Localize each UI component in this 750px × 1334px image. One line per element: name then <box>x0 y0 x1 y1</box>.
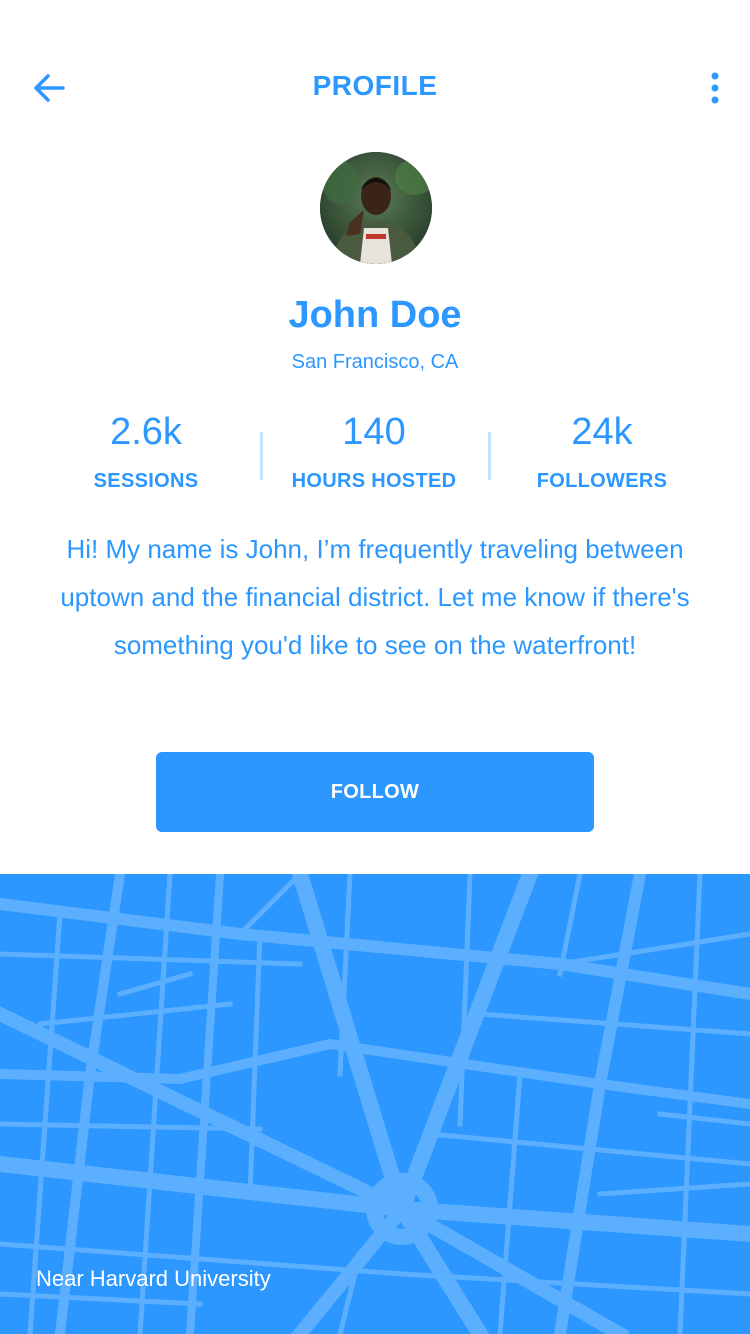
profile-bio: Hi! My name is John, I’m frequently trav… <box>60 534 690 660</box>
map-streets <box>0 874 750 1334</box>
page-title: PROFILE <box>312 70 438 101</box>
follow-button[interactable]: FOLLOW <box>156 752 594 832</box>
more-vertical-icon <box>711 72 719 104</box>
stat-sessions: 2.6k SESSIONS <box>31 410 261 493</box>
stat-followers: 24k FOLLOWERS <box>487 410 717 493</box>
stat-label: HOURS HOSTED <box>291 470 457 492</box>
stat-value: 140 <box>342 411 406 453</box>
avatar <box>320 152 432 264</box>
stat-label: FOLLOWERS <box>536 470 668 492</box>
stat-value: 24k <box>571 411 633 453</box>
more-options-button[interactable] <box>700 68 730 108</box>
profile-location: San Francisco, CA <box>291 351 459 373</box>
profile-name: John Doe <box>288 294 462 336</box>
stat-value: 2.6k <box>110 411 182 453</box>
location-map[interactable]: Near Harvard University <box>0 874 750 1334</box>
header: PROFILE <box>0 0 750 175</box>
stat-label: SESSIONS <box>93 470 199 492</box>
map-location-label: Near Harvard University <box>36 1266 271 1291</box>
stat-hours-hosted: 140 HOURS HOSTED <box>259 410 489 493</box>
avatar-image <box>320 152 432 264</box>
